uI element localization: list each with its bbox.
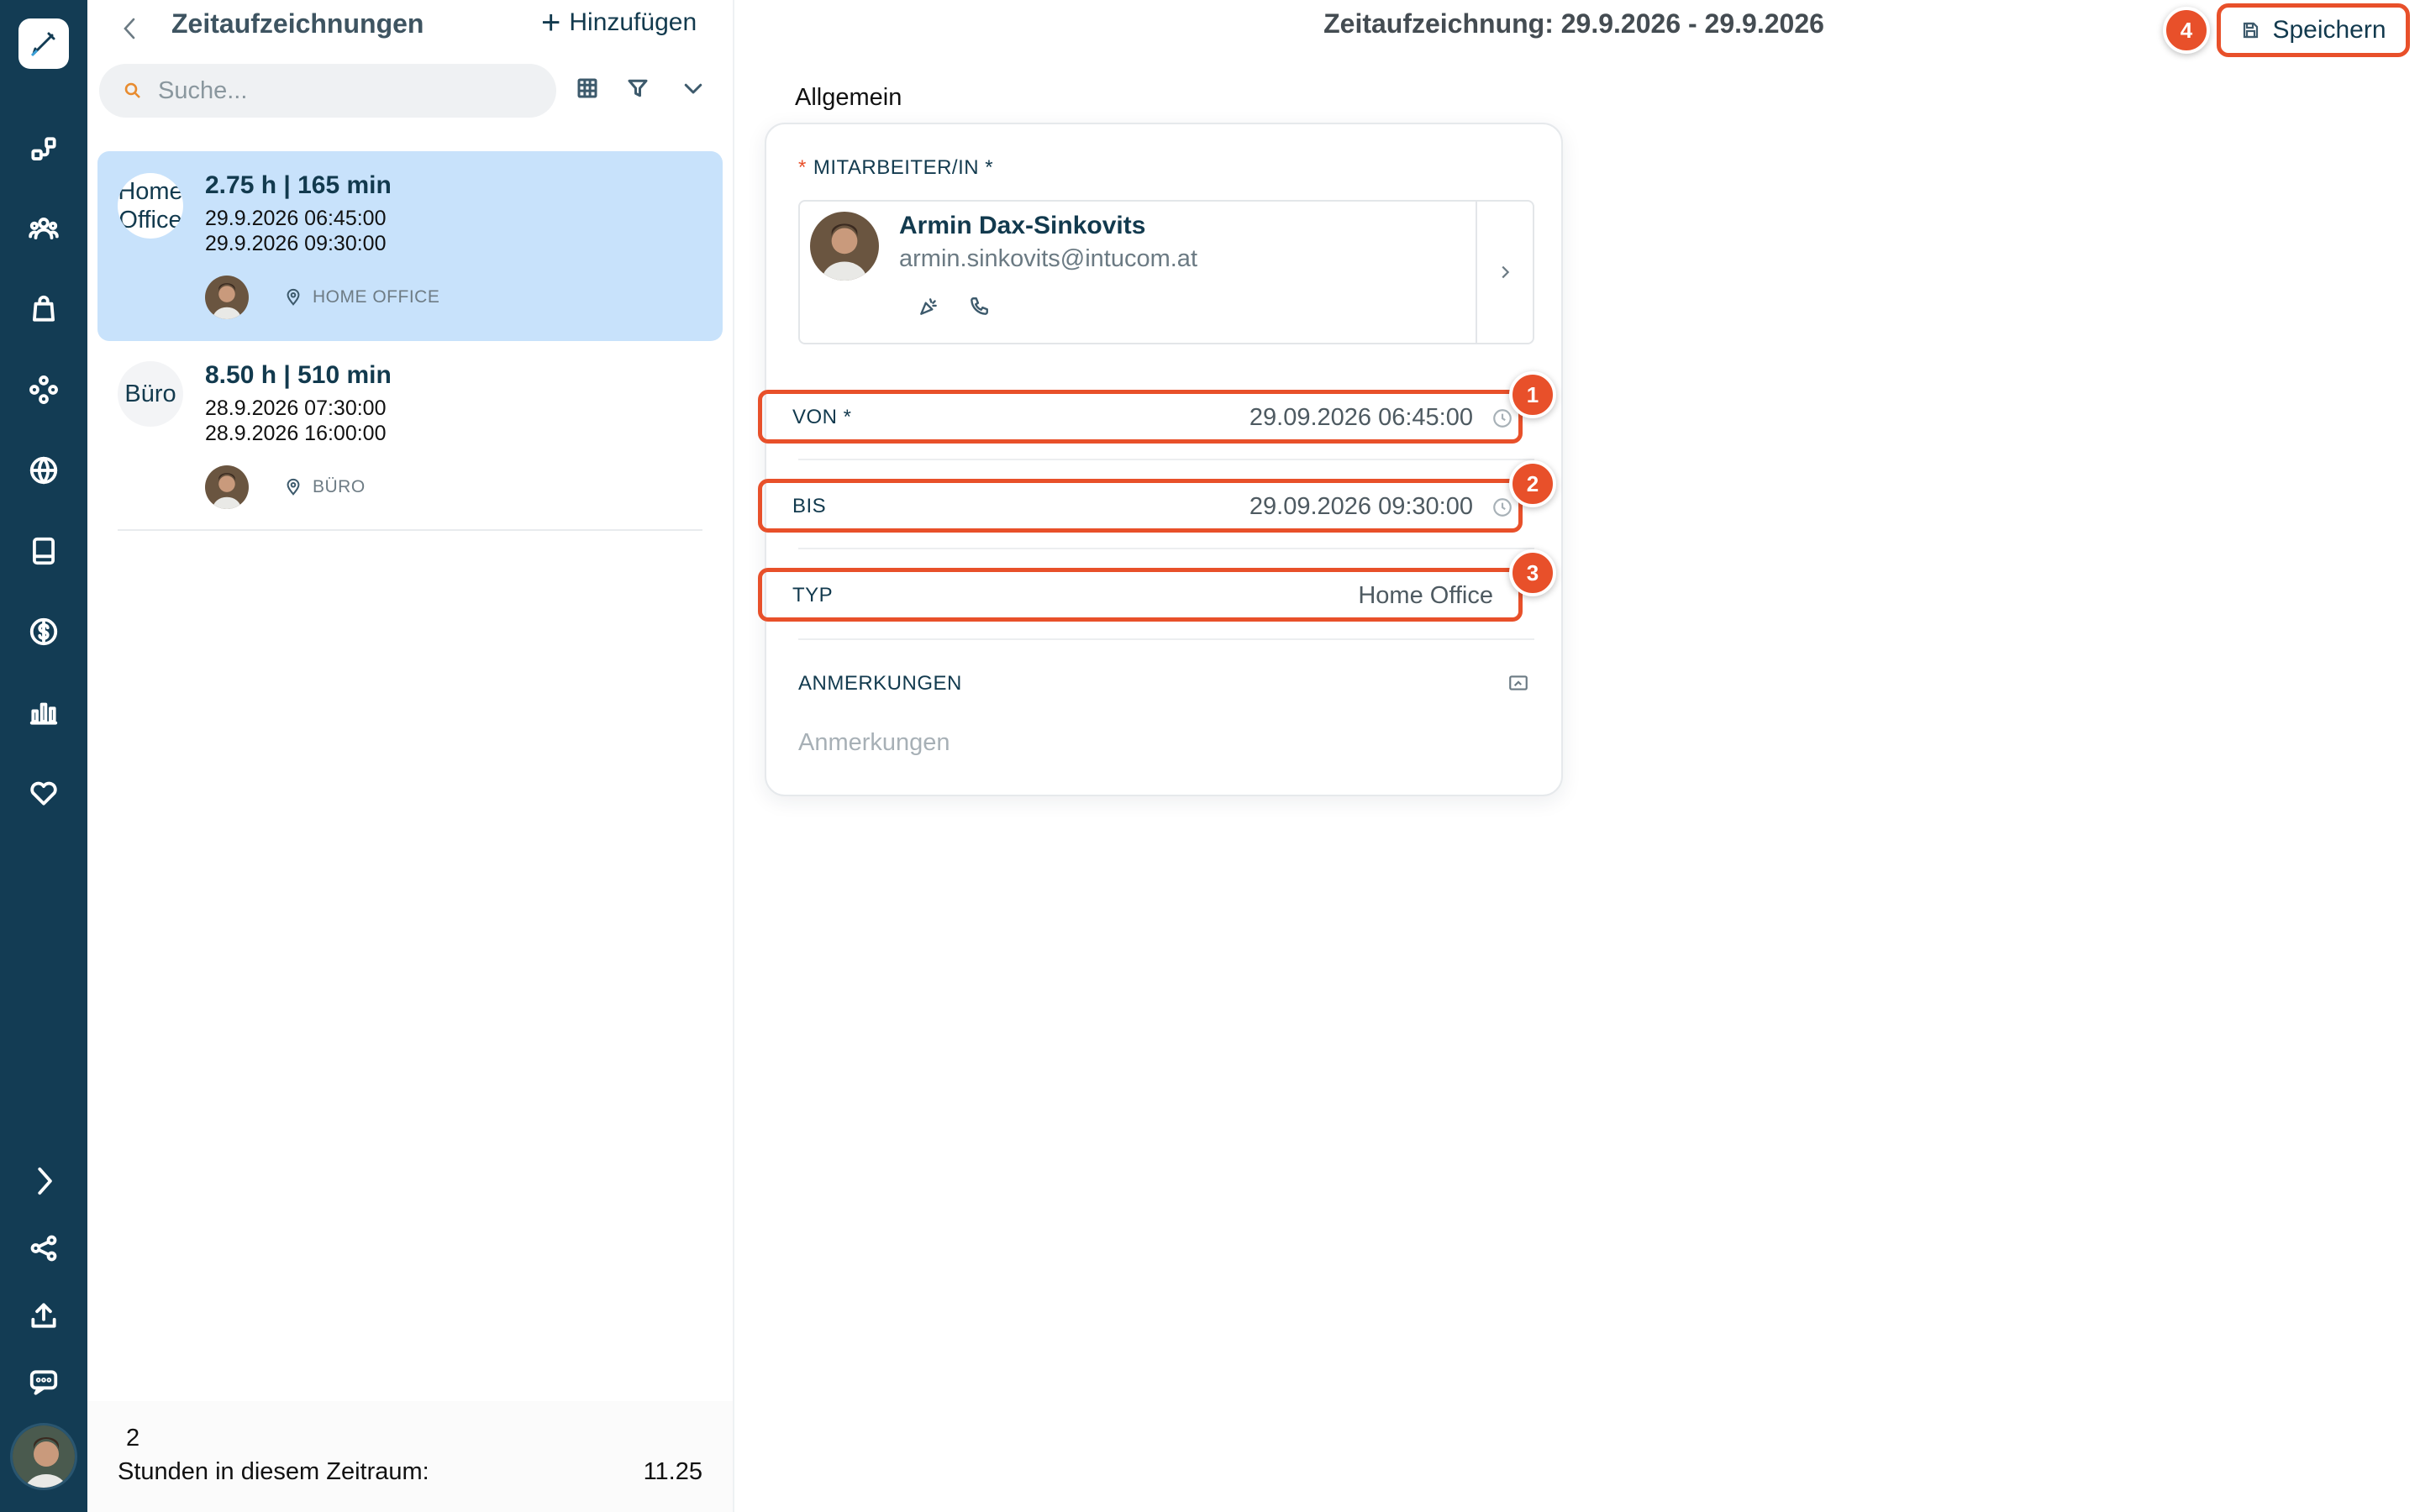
entry-from: 29.9.2026 06:45:00 xyxy=(205,207,387,230)
list-footer: 2 Stunden in diesem Zeitraum: 11.25 xyxy=(87,1401,733,1512)
plus-icon: + xyxy=(541,4,561,41)
save-button[interactable]: Speichern xyxy=(2217,3,2410,57)
employee-field-label: * MITARBEITER/IN * xyxy=(798,156,993,180)
search-input[interactable] xyxy=(158,76,528,105)
callout-badge: 3 xyxy=(1509,549,1556,596)
general-form-card: * MITARBEITER/IN * Armin Dax-Sinkovits ar… xyxy=(758,123,1563,796)
clock-icon[interactable] xyxy=(1491,496,1513,518)
type-value[interactable]: Home Office xyxy=(1358,582,1493,610)
share-icon[interactable] xyxy=(24,1228,64,1268)
list-divider xyxy=(118,529,702,531)
time-records-list-panel: Zeitaufzeichnungen + Hinzufügen Home Off… xyxy=(87,0,734,1512)
from-label: VON * xyxy=(792,406,852,428)
to-value[interactable]: 29.09.2026 09:30:00 xyxy=(1249,493,1473,521)
expand-editor-icon[interactable] xyxy=(1507,672,1531,696)
entry-location: HOME OFFICE xyxy=(284,287,439,307)
dollar-icon[interactable] xyxy=(24,612,64,652)
users-icon[interactable] xyxy=(24,208,64,249)
bag-icon[interactable] xyxy=(24,289,64,329)
required-marker: * xyxy=(798,156,807,179)
filter-icon[interactable] xyxy=(625,76,655,106)
clock-icon[interactable] xyxy=(1491,407,1513,429)
list-title: Zeitaufzeichnungen xyxy=(171,8,424,39)
location-pin-icon xyxy=(287,288,300,306)
time-record-detail: Zeitaufzeichnung: 29.9.2026 - 29.9.2026 … xyxy=(734,0,2420,1512)
entry-type-badge: Büro xyxy=(118,361,183,427)
entry-location-label: BÜRO xyxy=(313,477,366,496)
employee-email: armin.sinkovits@intucom.at xyxy=(899,245,1197,272)
search-field[interactable] xyxy=(99,64,556,118)
chat-icon[interactable] xyxy=(24,1362,64,1403)
entry-to: 28.9.2026 16:00:00 xyxy=(205,422,387,445)
to-label: BIS xyxy=(792,495,827,517)
upload-icon[interactable] xyxy=(24,1295,64,1336)
search-icon xyxy=(124,82,140,98)
nav-rail xyxy=(0,0,87,1512)
time-entry-item[interactable]: Home Office 2.75 h | 165 min 29.9.2026 0… xyxy=(97,151,723,341)
type-select-field[interactable]: TYP Home Office xyxy=(758,568,1523,622)
field-divider xyxy=(798,459,1534,460)
hours-total-value: 11.25 xyxy=(643,1458,702,1485)
callout-badge: 2 xyxy=(1509,460,1556,507)
field-divider xyxy=(798,638,1534,640)
phone-icon[interactable] xyxy=(968,296,993,321)
celebrate-icon[interactable] xyxy=(918,296,943,321)
add-button-label: Hinzufügen xyxy=(569,8,697,36)
save-disk-icon xyxy=(2244,22,2259,39)
employee-name: Armin Dax-Sinkovits xyxy=(899,212,1146,239)
record-count: 2 xyxy=(126,1425,140,1452)
entry-avatar xyxy=(205,465,249,509)
entry-duration: 8.50 h | 510 min xyxy=(205,361,392,389)
callout-badge: 4 xyxy=(2163,7,2210,54)
save-button-label: Speichern xyxy=(2272,16,2386,44)
from-datetime-field[interactable]: VON * 29.09.2026 06:45:00 xyxy=(758,390,1523,444)
type-label: TYP xyxy=(792,584,834,606)
employee-avatar xyxy=(810,212,879,281)
table-view-icon[interactable] xyxy=(575,76,605,106)
entry-duration: 2.75 h | 165 min xyxy=(205,171,392,199)
back-chevron-icon[interactable] xyxy=(113,12,146,45)
to-datetime-field[interactable]: BIS 29.09.2026 09:30:00 xyxy=(758,479,1523,533)
employee-selector[interactable]: Armin Dax-Sinkovits armin.sinkovits@intu… xyxy=(798,200,1534,344)
app-window: Zeitaufzeichnungen + Hinzufügen Home Off… xyxy=(0,0,2420,1512)
notes-input[interactable] xyxy=(798,729,1534,757)
employee-label-text: MITARBEITER/IN * xyxy=(813,156,994,179)
add-button[interactable]: + Hinzufügen xyxy=(541,4,697,41)
hours-total-label: Stunden in diesem Zeitraum: xyxy=(118,1458,429,1485)
time-entry-item[interactable]: Büro 8.50 h | 510 min 28.9.2026 07:30:00… xyxy=(97,341,723,531)
section-heading: Allgemein xyxy=(795,84,902,111)
chevron-right-icon[interactable] xyxy=(24,1161,64,1201)
notes-label: ANMERKUNGEN xyxy=(798,672,962,695)
location-pin-icon xyxy=(287,478,300,496)
workflow-icon[interactable] xyxy=(24,129,64,170)
modules-icon[interactable] xyxy=(24,370,64,410)
callout-badge: 1 xyxy=(1509,371,1556,418)
page-title: Zeitaufzeichnung: 29.9.2026 - 29.9.2026 xyxy=(1323,8,1824,39)
chart-icon[interactable] xyxy=(24,692,64,732)
entry-from: 28.9.2026 07:30:00 xyxy=(205,396,387,420)
entry-to: 29.9.2026 09:30:00 xyxy=(205,232,387,255)
heart-icon[interactable] xyxy=(24,773,64,813)
app-logo-pen-icon[interactable] xyxy=(18,18,69,69)
entry-location: BÜRO xyxy=(284,477,366,497)
entry-type-badge: Home Office xyxy=(118,173,183,239)
user-avatar[interactable] xyxy=(10,1423,77,1490)
globe-icon[interactable] xyxy=(24,450,64,491)
from-value[interactable]: 29.09.2026 06:45:00 xyxy=(1249,404,1473,432)
employee-open-chevron-icon[interactable] xyxy=(1476,202,1533,343)
chevron-down-icon[interactable] xyxy=(681,76,711,106)
field-divider xyxy=(798,548,1534,549)
entry-location-label: HOME OFFICE xyxy=(313,287,440,307)
entry-avatar xyxy=(205,276,249,319)
book-icon[interactable] xyxy=(24,531,64,571)
